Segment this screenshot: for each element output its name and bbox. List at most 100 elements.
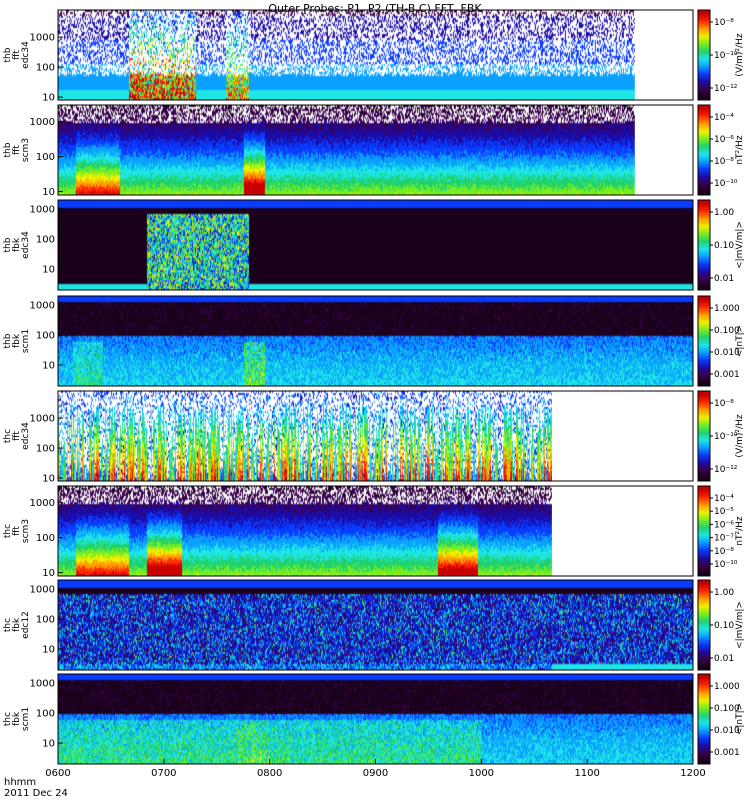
date-label: 2011 Dec 24 (4, 788, 68, 799)
y-tick-label: 10 (42, 568, 55, 579)
panel-label-line: edc34 (21, 422, 31, 450)
x-tick-label: 0800 (257, 768, 282, 779)
colorbar-tick-label: 10⁻⁶ (714, 135, 734, 145)
spectrogram-panel-thb-fft-scm3: 101001000thb fft scm310⁻⁴10⁻⁶10⁻⁸10⁻¹⁰nT²/… (3, 104, 745, 198)
panel-stack: 101001000thb fft edc3410⁻⁸10⁻¹⁰10⁻¹²(V/m)²… (3, 9, 745, 765)
colorbar: 1.0000.1000.0100.001<|nT|> (697, 673, 745, 765)
x-tick-label: 1100 (574, 768, 599, 779)
colorbar-label: nT²/Hz (735, 135, 745, 165)
colorbar-tick-label: 10⁻¹² (714, 465, 738, 475)
x-tick-label: 1200 (680, 768, 705, 779)
colorbar: 1.00 0.10 0.01<|mV/m|> (697, 579, 745, 671)
colorbar-label: <|nT|> (735, 703, 745, 735)
y-tick-label: 1000 (30, 301, 55, 312)
y-tick-label: 1000 (30, 585, 55, 596)
spectrogram-image (58, 105, 635, 195)
x-tick-label: 0700 (151, 768, 176, 779)
colorbar-tick-label: 10⁻⁷ (714, 534, 734, 544)
x-tick-label: 0600 (45, 768, 70, 779)
y-tick-label: 100 (36, 63, 55, 74)
colorbar-tick-label: 10⁻⁸ (714, 18, 734, 28)
colorbar: 1.0000.1000.0100.001<|nT|> (697, 295, 745, 387)
y-tick-label: 10 (42, 474, 55, 485)
colorbar-label: (V/m)²/Hz (735, 33, 745, 76)
panel-label-line: scm1 (21, 329, 31, 353)
colorbar-gradient (698, 10, 710, 100)
colorbar-tick-label: 10⁻⁶ (714, 520, 734, 530)
colorbar-label: <|nT|> (735, 325, 745, 357)
y-tick-label: 100 (36, 533, 55, 544)
colorbar-tick-label: 1.000 (714, 304, 740, 314)
y-tick-label: 10 (42, 645, 55, 656)
y-tick-label: 1000 (30, 414, 55, 425)
colorbar: 10⁻⁴ 10⁻⁵ 10⁻⁶ 10⁻⁷ 10⁻⁸ 10⁻¹⁰ nT²/Hz (697, 485, 745, 577)
spectrogram-panel-thb-fft-edc34: 101001000thb fft edc3410⁻⁸10⁻¹⁰10⁻¹²(V/m)²… (3, 9, 745, 104)
spectrogram-image (58, 10, 635, 100)
colorbar-tick-label: 0.001 (714, 370, 740, 380)
colorbar-tick-label: 0.001 (714, 748, 740, 758)
colorbar-tick-label: 10⁻⁸ (714, 399, 734, 409)
colorbar-tick-label: 1.00 (714, 208, 734, 218)
spectrogram-image (58, 674, 693, 764)
colorbar-tick-label: 10⁻⁴ (714, 494, 734, 504)
panel-label-line: scm1 (21, 707, 31, 731)
colorbar-tick-label: 10⁻⁵ (714, 507, 734, 517)
panel-label-line: edc34 (21, 231, 31, 259)
colorbar-tick-label: 0.01 (714, 654, 734, 664)
colorbar: 10⁻⁴ 10⁻⁶ 10⁻⁸ 10⁻¹⁰ nT²/Hz (697, 104, 745, 196)
colorbar-gradient (698, 580, 710, 670)
spectrogram-panel-thb-fbk-scm1: 101001000thb fbk scm11.0000.1000.0100.001<… (3, 295, 745, 387)
y-tick-label: 100 (36, 615, 55, 626)
spectrogram-figure: Outer Probes: P1, P2 (TH-B,C) FFT, FBK 1… (3, 2, 745, 799)
colorbar-gradient (698, 486, 710, 576)
colorbar-tick-label: 0.01 (714, 274, 734, 284)
colorbar-tick-label: 10⁻¹⁰ (714, 560, 738, 570)
spectrogram-panel-thc-fbk-scm1: 101001000thc fbk scm11.0000.1000.0100.001<… (3, 673, 745, 765)
x-axis-format-label: hhmm (4, 777, 36, 788)
panel-label-line: scm3 (21, 138, 31, 162)
colorbar-tick-label: 10⁻¹² (714, 84, 738, 94)
y-tick-label: 1000 (30, 679, 55, 690)
spectrogram-panel-thc-fbk-edc12: 101001000thc fbk edc121.000.100.01<|mV/m|> (3, 579, 745, 671)
colorbar-gradient (698, 391, 710, 481)
colorbar-tick-label: 10⁻⁸ (714, 547, 734, 557)
colorbar-tick-label: 10⁻¹⁰ (714, 179, 738, 189)
panel-label-line: edc12 (21, 611, 31, 639)
colorbar-label: nT²/Hz (735, 516, 745, 546)
y-tick-label: 100 (36, 709, 55, 720)
panel-label-line: scm3 (21, 519, 31, 543)
colorbar-gradient (698, 105, 710, 195)
spectrogram-image (58, 296, 693, 386)
y-tick-label: 10 (42, 739, 55, 750)
colorbar-label: <|mV/m|> (735, 601, 745, 649)
colorbar: 10⁻⁸10⁻¹⁰10⁻¹²(V/m)²/Hz (697, 390, 745, 482)
y-tick-label: 1000 (30, 33, 55, 44)
colorbar-tick-label: 10⁻⁸ (714, 157, 734, 167)
y-tick-label: 1000 (30, 498, 55, 509)
colorbar: 10⁻⁸10⁻¹⁰10⁻¹²(V/m)²/Hz (697, 9, 745, 101)
panel-label-line: edc34 (21, 41, 31, 69)
colorbar-tick-label: 0.10 (714, 241, 734, 251)
colorbar-tick-label: 1.000 (714, 682, 740, 692)
spectrogram-panel-thc-fft-edc34: 101001000thc fft edc3410⁻⁸10⁻¹⁰10⁻¹²(V/m)²… (3, 390, 745, 485)
colorbar-tick-label: 0.10 (714, 621, 734, 631)
y-tick-label: 100 (36, 444, 55, 455)
y-tick-label: 10 (42, 361, 55, 372)
spectrogram-panel-thc-fft-scm3: 101001000thc fft scm310⁻⁴10⁻⁵10⁻⁶10⁻⁷10⁻⁸1… (3, 485, 745, 579)
colorbar-label: (V/m)²/Hz (735, 414, 745, 457)
y-tick-label: 10 (42, 187, 55, 198)
spectrogram-image (58, 486, 552, 576)
x-tick-label: 1000 (469, 768, 494, 779)
colorbar-gradient (698, 674, 710, 764)
y-tick-label: 100 (36, 331, 55, 342)
spectrogram-image (58, 391, 552, 481)
colorbar-label: <|mV/m|> (735, 221, 745, 269)
spectrogram-panel-thb-fbk-edc34: 101001000thb fbk edc341.000.100.01<|mV/m|> (3, 199, 745, 291)
y-tick-label: 10 (42, 265, 55, 276)
colorbar-tick-label: 10⁻⁴ (714, 113, 734, 123)
y-tick-label: 1000 (30, 205, 55, 216)
colorbar: 1.00 0.10 0.01<|mV/m|> (697, 199, 745, 291)
colorbar-tick-label: 1.00 (714, 588, 734, 598)
colorbar-gradient (698, 296, 710, 386)
x-tick-label: 0900 (363, 768, 388, 779)
